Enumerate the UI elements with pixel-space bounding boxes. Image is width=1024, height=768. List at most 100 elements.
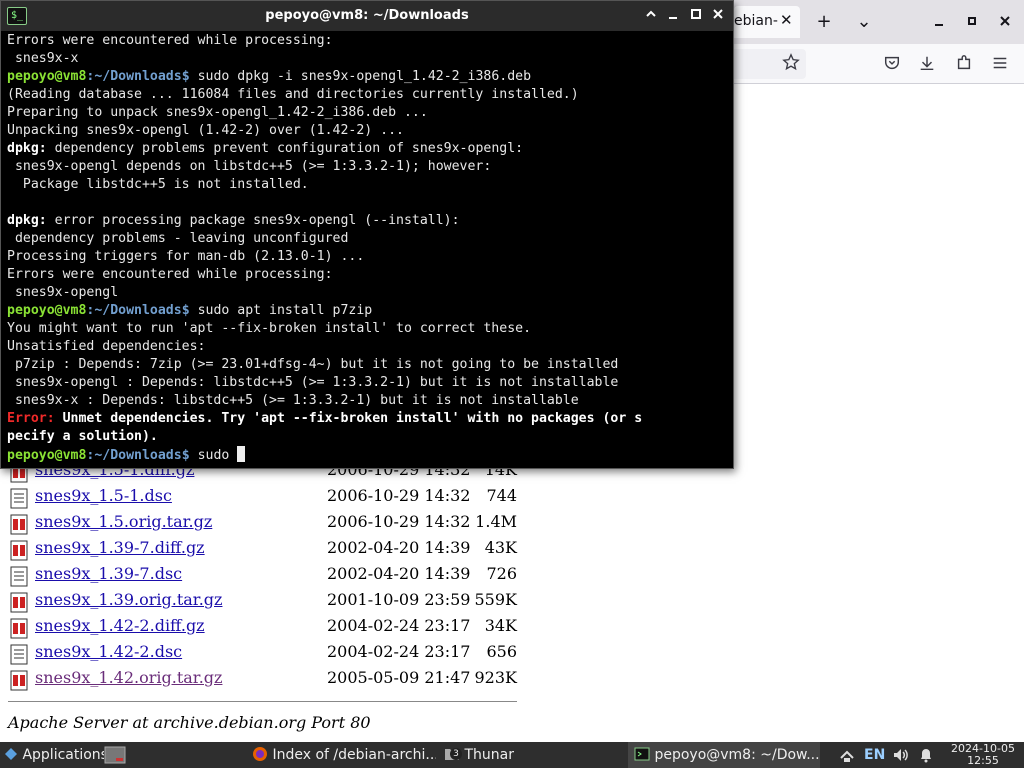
terminal-line: Error: Unmet dependencies. Try 'apt --fi…: [7, 410, 731, 428]
terminal-titlebar[interactable]: $_ pepoyo@vm8: ~/Downloads: [1, 1, 733, 31]
file-link[interactable]: snes9x_1.39.orig.tar.gz: [35, 590, 222, 609]
volume-icon[interactable]: [892, 742, 912, 768]
prompt-sign: $: [181, 303, 198, 318]
prompt-sign: $: [181, 69, 198, 84]
thunar-count-badge: 3: [450, 748, 462, 760]
output-text: (Reading database ... 116084 files and d…: [7, 87, 579, 102]
terminal-line: (Reading database ... 116084 files and d…: [7, 86, 731, 104]
archive-file-icon: [10, 514, 28, 535]
browser-tab-active[interactable]: ebian-c ✕: [734, 6, 800, 38]
taskbar-item-terminal[interactable]: pepoyo@vm8: ~/Dow...: [628, 742, 820, 768]
text-cursor: [237, 446, 246, 462]
prompt-sign: $: [181, 448, 198, 463]
listing-row: snes9x_1.5-1.dsc 2006-10-29 14:32 744: [8, 486, 528, 512]
output-text: snes9x-x : Depends: libstdc++5 (>= 1:3.3…: [7, 393, 579, 408]
firefox-icon: [253, 747, 267, 761]
terminal-line: dependency problems - leaving unconfigur…: [7, 230, 731, 248]
taskbar-item-thunar[interactable]: 3 Thunar: [440, 742, 620, 768]
minimize-icon[interactable]: [663, 6, 683, 26]
file-size: 1.4M: [475, 512, 517, 531]
file-date: 2002-04-20 14:39: [327, 538, 471, 557]
file-date: 2004-02-24 23:17: [327, 616, 471, 635]
output-text: Package libstdc++5 is not installed.: [7, 177, 309, 192]
terminal-output[interactable]: Errors were encountered while processing…: [7, 32, 731, 468]
file-link[interactable]: snes9x_1.42-2.diff.gz: [35, 616, 205, 635]
close-window-icon[interactable]: [991, 8, 1019, 36]
archive-file-icon: [10, 540, 28, 561]
archive-file-icon: [10, 592, 28, 613]
error-text: pecify a solution).: [7, 429, 158, 444]
terminal-line: Package libstdc++5 is not installed.: [7, 176, 731, 194]
output-text: You might want to run 'apt --fix-broken …: [7, 321, 532, 336]
taskbar-item-browser[interactable]: Index of /debian-archi...: [246, 742, 436, 768]
error-label: Error:: [7, 411, 55, 426]
file-link[interactable]: snes9x_1.39-7.dsc: [35, 564, 182, 583]
network-icon[interactable]: [838, 742, 860, 768]
prompt-path: :~/Downloads: [86, 303, 182, 318]
maximize-icon[interactable]: [958, 8, 986, 36]
terminal-line: Unpacking snes9x-opengl (1.42-2) over (1…: [7, 122, 731, 140]
file-date: 2006-10-29 14:32: [327, 486, 471, 505]
output-text: Processing triggers for man-db (2.13.0-1…: [7, 249, 365, 264]
text-file-icon: [10, 644, 28, 665]
listing-row: snes9x_1.5.orig.tar.gz 2006-10-29 14:32 1.…: [8, 512, 528, 538]
task-browser-label: Index of /debian-archi...: [272, 747, 436, 763]
prompt-path: :~/Downloads: [86, 69, 182, 84]
file-link[interactable]: snes9x_1.5-1.dsc: [35, 486, 172, 505]
file-size: 656: [486, 642, 517, 661]
listing-row: snes9x_1.42.orig.tar.gz 2005-05-09 21:47 9…: [8, 668, 528, 694]
pocket-icon[interactable]: [881, 54, 903, 76]
desktop-icon: [104, 746, 126, 764]
file-size: 34K: [484, 616, 517, 635]
close-icon[interactable]: [708, 6, 728, 26]
terminal-line: snes9x-x: [7, 50, 731, 68]
prompt-command: sudo: [197, 448, 238, 463]
prompt-path: :~/Downloads: [86, 448, 182, 463]
output-text: Errors were encountered while processing…: [7, 267, 333, 282]
file-date: 2005-05-09 21:47: [327, 668, 471, 687]
listing-row: snes9x_1.42-2.dsc 2004-02-24 23:17 656: [8, 642, 528, 668]
applications-menu-button[interactable]: Applications: [0, 742, 104, 768]
output-text: snes9x-opengl: [7, 285, 119, 300]
terminal-line: snes9x-x : Depends: libstdc++5 (>= 1:3.3…: [7, 392, 731, 410]
prompt-user: pepoyo@vm8: [7, 69, 87, 84]
file-size: 43K: [484, 538, 517, 557]
terminal-line: snes9x-opengl: [7, 284, 731, 302]
terminal-line: snes9x-opengl depends on libstdc++5 (>= …: [7, 158, 731, 176]
bookmark-star-icon[interactable]: [780, 53, 802, 75]
clock[interactable]: 2024-10-05 12:55: [946, 742, 1020, 767]
output-bold-prefix: dpkg:: [7, 213, 47, 228]
downloads-icon[interactable]: [916, 54, 938, 76]
terminal-line: pecify a solution).: [7, 428, 731, 446]
show-desktop-button[interactable]: [104, 742, 134, 768]
list-tabs-button[interactable]: ⌄: [850, 8, 878, 36]
maximize-icon[interactable]: [686, 6, 706, 26]
applications-icon: [5, 748, 17, 760]
file-date: 2006-10-29 14:32: [327, 512, 471, 531]
error-text: Unmet dependencies. Try 'apt --fix-broke…: [54, 411, 643, 426]
menu-icon[interactable]: [989, 54, 1011, 76]
file-date: 2002-04-20 14:39: [327, 564, 471, 583]
taskbar: Applications Index of /debian-archi... 3…: [0, 742, 1024, 768]
file-size: 559K: [474, 590, 518, 609]
terminal-line: pepoyo@vm8:~/Downloads$ sudo apt install…: [7, 302, 731, 320]
extensions-icon[interactable]: [953, 54, 975, 76]
terminal-line: You might want to run 'apt --fix-broken …: [7, 320, 731, 338]
terminal-line: pepoyo@vm8:~/Downloads$ sudo: [7, 446, 731, 464]
terminal-window[interactable]: $_ pepoyo@vm8: ~/Downloads Errors were e…: [0, 0, 734, 469]
shade-icon[interactable]: [641, 6, 661, 26]
listing-row: snes9x_1.42-2.diff.gz 2004-02-24 23:17 34K: [8, 616, 528, 642]
file-link[interactable]: snes9x_1.39-7.diff.gz: [35, 538, 205, 557]
new-tab-button[interactable]: +: [810, 8, 838, 36]
listing-row: snes9x_1.39-7.dsc 2002-04-20 14:39 726: [8, 564, 528, 590]
keyboard-layout-indicator[interactable]: EN: [864, 742, 888, 768]
file-date: 2004-02-24 23:17: [327, 642, 471, 661]
tab-title: ebian-c: [734, 13, 778, 29]
file-link[interactable]: snes9x_1.42.orig.tar.gz: [35, 668, 222, 687]
file-link[interactable]: snes9x_1.5.orig.tar.gz: [35, 512, 212, 531]
file-link[interactable]: snes9x_1.42-2.dsc: [35, 642, 182, 661]
url-bar[interactable]: [734, 49, 806, 79]
close-icon[interactable]: ✕: [780, 11, 793, 29]
minimize-icon[interactable]: [925, 8, 953, 36]
notification-bell-icon[interactable]: [918, 742, 938, 768]
